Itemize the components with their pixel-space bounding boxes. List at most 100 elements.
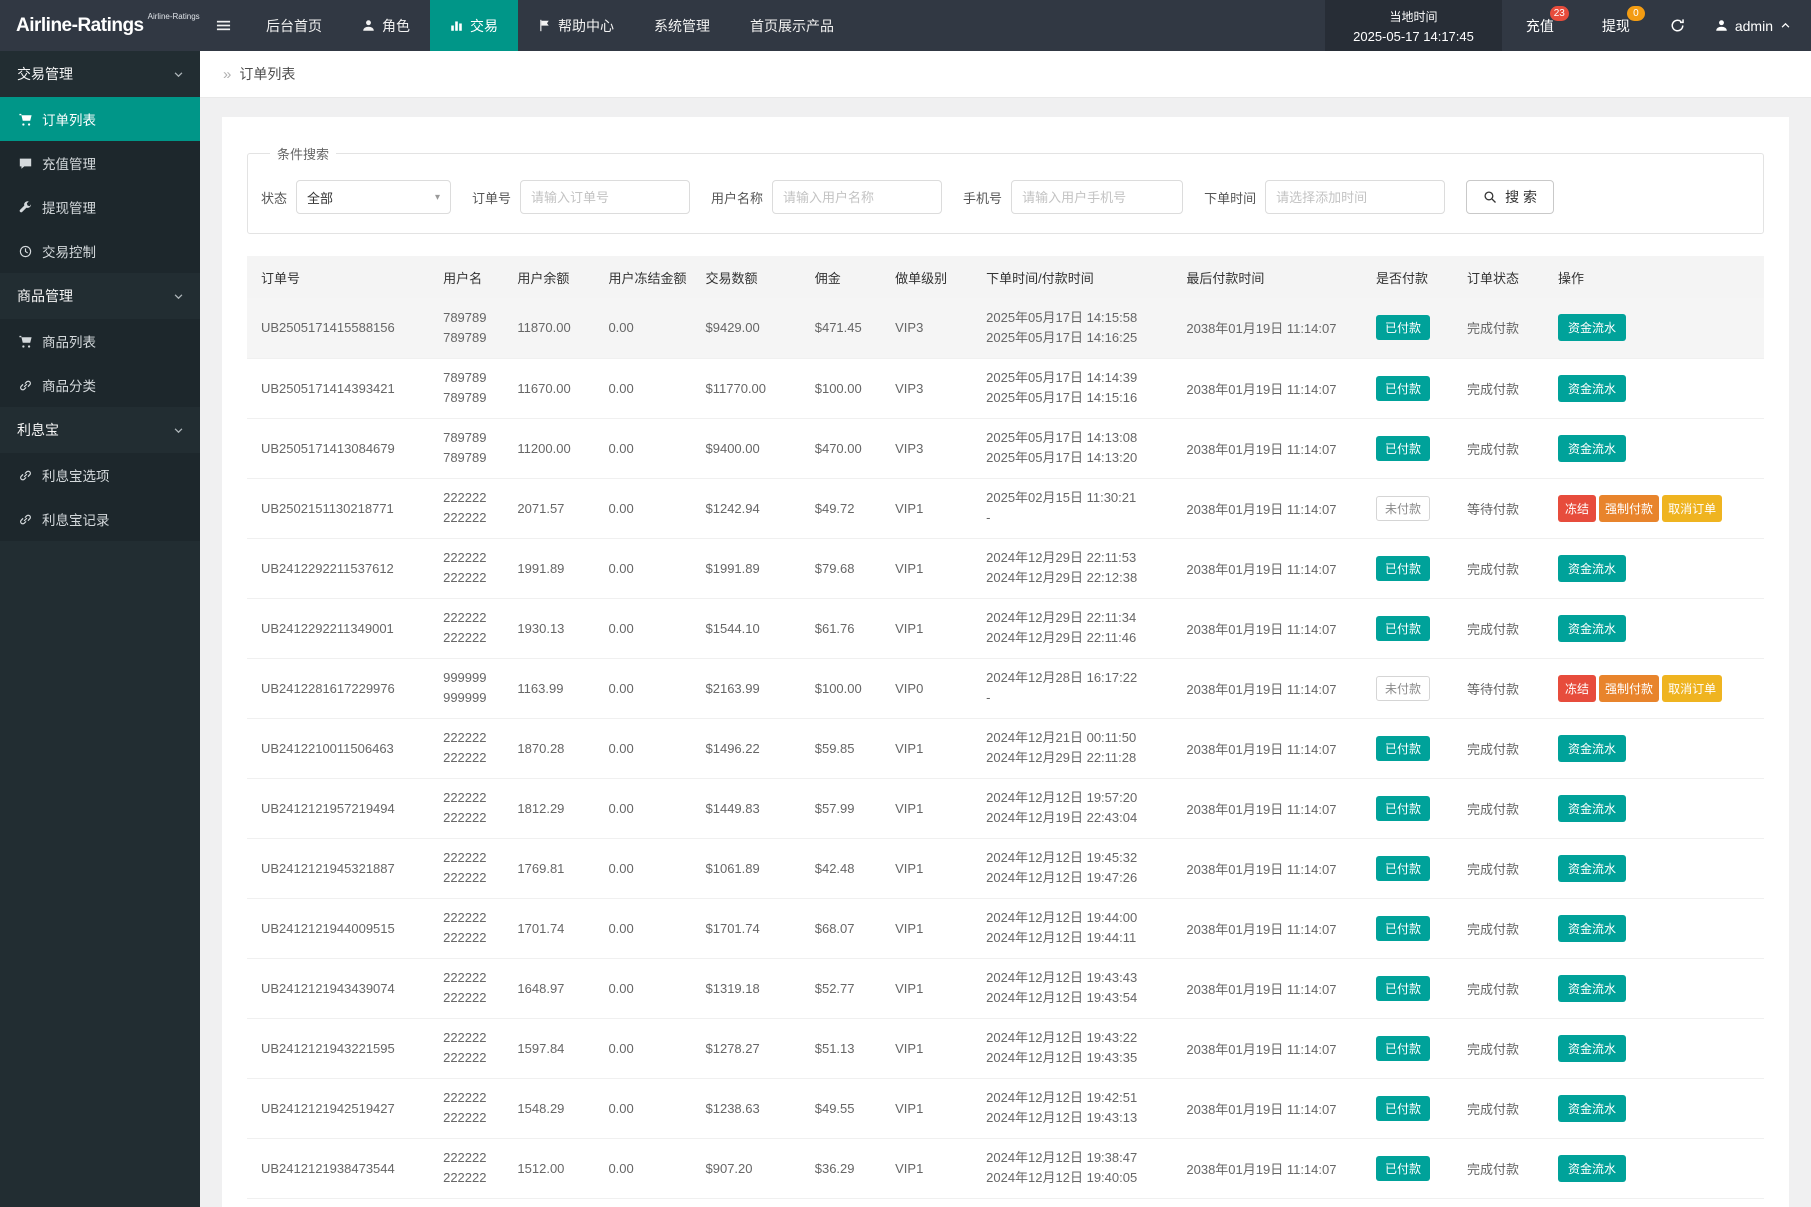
status-select[interactable]: 全部 ▾ (296, 180, 451, 214)
username-line2: 789789 (443, 448, 501, 468)
fund-flow-button[interactable]: 资金流水 (1558, 735, 1626, 762)
cell-balance: 2071.57 (509, 478, 600, 538)
paid-badge: 已付款 (1376, 1096, 1430, 1121)
order-time: 2024年12月12日 19:44:00 (986, 908, 1170, 928)
sidebar-item-recharge-management[interactable]: 充值管理 (0, 141, 200, 185)
refresh-button[interactable] (1654, 0, 1701, 51)
username-line1: 222222 (443, 728, 501, 748)
pay-time: 2024年12月12日 19:43:54 (986, 988, 1170, 1008)
order-no-input[interactable] (520, 180, 690, 214)
cell-frozen-amount: 0.00 (600, 358, 697, 418)
fund-flow-button[interactable]: 资金流水 (1558, 1095, 1626, 1122)
cell-order-no: UB2412121944009515 (247, 898, 435, 958)
cell-order-status: 完成付款 (1459, 778, 1550, 838)
cell-order-status: 完成付款 (1459, 298, 1550, 358)
sidebar-item-label: 充值管理 (42, 153, 96, 173)
withdraw-button[interactable]: 提现 0 (1578, 0, 1654, 51)
chevron-up-icon (1780, 20, 1791, 31)
cell-last-pay-time: 2038年01月19日 11:14:07 (1178, 1018, 1368, 1078)
sidebar-item-lixibao-records[interactable]: 利息宝记录 (0, 497, 200, 541)
withdraw-count-badge: 0 (1627, 6, 1645, 21)
nav-item-homepage-products[interactable]: 首页展示产品 (730, 0, 854, 51)
username-input[interactable] (772, 180, 942, 214)
column-header: 最后付款时间 (1178, 256, 1368, 298)
fund-flow-button[interactable]: 资金流水 (1558, 855, 1626, 882)
cell-last-pay-time: 2038年01月19日 11:14:07 (1178, 898, 1368, 958)
cell-paid-status: 已付款 (1368, 358, 1459, 418)
cell-order-no: UB2502151130218771 (247, 478, 435, 538)
username-line1: 222222 (443, 1088, 501, 1108)
cell-balance: 1701.74 (509, 898, 600, 958)
fund-flow-button[interactable]: 资金流水 (1558, 1035, 1626, 1062)
fund-flow-button[interactable]: 资金流水 (1558, 435, 1626, 462)
sidebar-item-product-list[interactable]: 商品列表 (0, 319, 200, 363)
cell-order-status: 完成付款 (1459, 538, 1550, 598)
chevron-down-icon (173, 425, 184, 436)
fund-flow-button[interactable]: 资金流水 (1558, 314, 1626, 341)
cell-actions: 冻结强制付款取消订单 (1550, 478, 1764, 538)
sidebar-item-trade-control[interactable]: 交易控制 (0, 229, 200, 273)
fund-flow-button[interactable]: 资金流水 (1558, 795, 1626, 822)
order-time: 2025年05月17日 14:15:58 (986, 308, 1170, 328)
freeze-button[interactable]: 冻结 (1558, 495, 1596, 522)
filters-row: 状态 全部 ▾ 订单号 用户名称 手 (261, 180, 1750, 214)
cell-commission: $57.99 (807, 778, 887, 838)
username-line2: 789789 (443, 388, 501, 408)
nav-item-home[interactable]: 后台首页 (246, 0, 342, 51)
search-button[interactable]: 搜 索 (1466, 180, 1554, 214)
sidebar-toggle-button[interactable] (200, 0, 246, 51)
column-header: 交易数额 (698, 256, 807, 298)
sidebar-group-lixibao[interactable]: 利息宝 (0, 407, 200, 453)
cell-username: 789789789789 (435, 418, 509, 478)
fund-flow-button[interactable]: 资金流水 (1558, 615, 1626, 642)
pay-time: 2025年05月17日 14:13:20 (986, 448, 1170, 468)
sidebar-item-withdraw-management[interactable]: 提现管理 (0, 185, 200, 229)
unpaid-badge: 未付款 (1376, 496, 1430, 521)
sidebar-item-order-list[interactable]: 订单列表 (0, 97, 200, 141)
nav-item-system[interactable]: 系统管理 (634, 0, 730, 51)
cell-trade-amount: $2163.99 (698, 658, 807, 718)
order-time-input[interactable] (1265, 180, 1445, 214)
username-line2: 222222 (443, 1108, 501, 1128)
cancel-order-button[interactable]: 取消订单 (1662, 675, 1722, 702)
nav-item-roles[interactable]: 角色 (342, 0, 430, 51)
sidebar-group-product-management[interactable]: 商品管理 (0, 273, 200, 319)
force-pay-button[interactable]: 强制付款 (1599, 675, 1659, 702)
cell-last-pay-time: 2038年01月19日 11:14:07 (1178, 958, 1368, 1018)
cell-order-status: 完成付款 (1459, 1138, 1550, 1198)
sidebar-group-trade-management[interactable]: 交易管理 (0, 51, 200, 97)
fund-flow-button[interactable]: 资金流水 (1558, 555, 1626, 582)
user-menu[interactable]: admin (1701, 0, 1811, 51)
username: admin (1735, 18, 1773, 34)
fund-flow-button[interactable]: 资金流水 (1558, 1155, 1626, 1182)
cell-commission: $52.77 (807, 958, 887, 1018)
nav-item-help-center[interactable]: 帮助中心 (518, 0, 634, 51)
cell-vip-level: VIP3 (887, 298, 978, 358)
chevron-down-icon (173, 291, 184, 302)
cell-commission: $51.13 (807, 1018, 887, 1078)
cancel-order-button[interactable]: 取消订单 (1662, 495, 1722, 522)
cell-paid-status: 已付款 (1368, 418, 1459, 478)
breadcrumb-icon: » (223, 66, 231, 83)
fund-flow-button[interactable]: 资金流水 (1558, 375, 1626, 402)
username-line1: 222222 (443, 968, 501, 988)
paid-badge: 已付款 (1376, 376, 1430, 401)
cell-balance: 1812.29 (509, 778, 600, 838)
cell-username: 222222222222 (435, 538, 509, 598)
force-pay-button[interactable]: 强制付款 (1599, 495, 1659, 522)
fund-flow-button[interactable]: 资金流水 (1558, 915, 1626, 942)
sidebar-item-product-category[interactable]: 商品分类 (0, 363, 200, 407)
cell-order-status: 完成付款 (1459, 958, 1550, 1018)
cell-order-pay-time: 2025年05月17日 14:13:082025年05月17日 14:13:20 (978, 418, 1178, 478)
freeze-button[interactable]: 冻结 (1558, 675, 1596, 702)
cell-actions: 资金流水 (1550, 1138, 1764, 1198)
nav-item-trade[interactable]: 交易 (430, 0, 518, 51)
sidebar-item-lixibao-options[interactable]: 利息宝选项 (0, 453, 200, 497)
recharge-button[interactable]: 充值 23 (1502, 0, 1578, 51)
cell-commission: $470.00 (807, 418, 887, 478)
nav-item-label: 交易 (470, 16, 498, 36)
table-row: UB24121219432215952222222222221597.840.0… (247, 1018, 1764, 1078)
phone-input[interactable] (1011, 180, 1183, 214)
fund-flow-button[interactable]: 资金流水 (1558, 975, 1626, 1002)
sidebar-group-label: 利息宝 (17, 420, 59, 440)
